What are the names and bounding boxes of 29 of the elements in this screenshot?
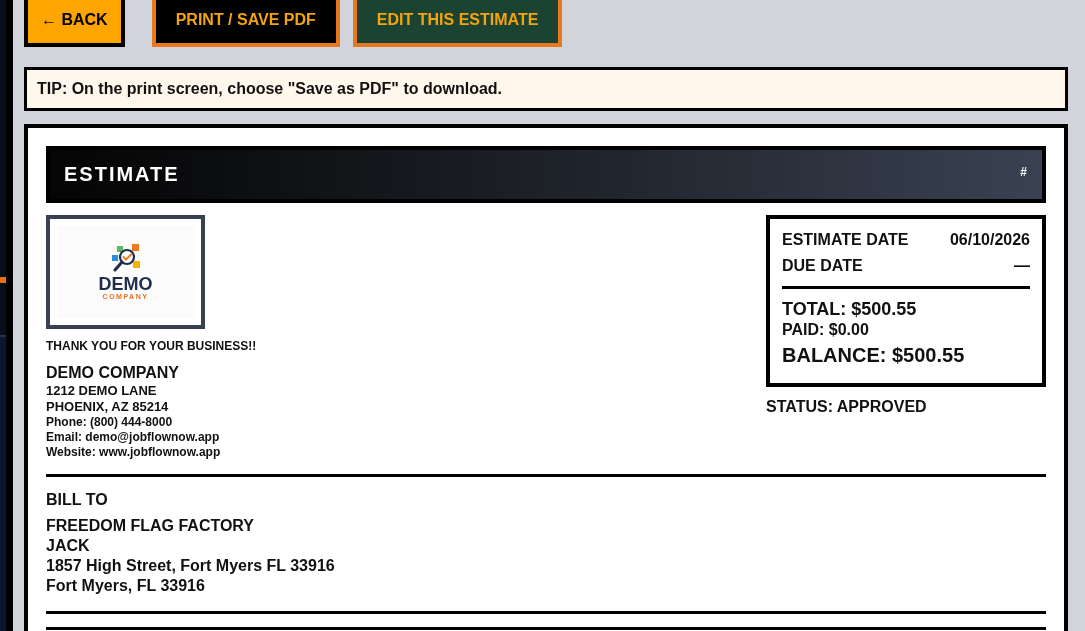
print-button[interactable]: PRINT / SAVE PDF (151, 0, 340, 47)
bill-to-line: 1857 High Street, Fort Myers FL 33916 (46, 556, 336, 576)
document-title: ESTIMATE (64, 162, 180, 187)
contact-line: Email: demo@jobflownow.app (46, 430, 221, 445)
bill-to-line: Fort Myers, FL 33916 (46, 576, 206, 596)
company-name: DEMO COMPANY (46, 363, 181, 382)
status-text: STATUS: APPROVED (766, 397, 928, 416)
edit-button[interactable]: EDIT THIS ESTIMATE (352, 0, 563, 47)
total-amount: TOTAL: $500.55 (782, 299, 918, 320)
address-line: PHOENIX, AZ 85214 (46, 399, 170, 415)
paid-amount: PAID: $0.00 (782, 320, 870, 339)
thank-you-note: THANK YOU FOR YOUR BUSINESS!! (46, 339, 257, 354)
date-label: DUE DATE (782, 256, 863, 275)
date-value: — (1014, 256, 1030, 275)
address-line: 1212 DEMO LANE (46, 383, 158, 399)
bill-to-heading: BILL TO (46, 490, 109, 509)
indicator-icon (0, 277, 6, 283)
logo-wordmark: DEMO (98, 274, 153, 293)
bill-to-line: FREEDOM FLAG FACTORY (46, 516, 255, 536)
tip-banner: TIP: On the print screen, choose "Save as PDF" to download. (24, 67, 1068, 111)
estimate-number: # (1020, 165, 1027, 179)
back-button[interactable]: ← BACK (24, 0, 125, 47)
contact-line: Phone: (800) 444-8000 (46, 415, 174, 430)
bill-to-line: JACK (46, 536, 91, 556)
date-value: 06/10/2026 (949, 230, 1030, 249)
date-label: ESTIMATE DATE (782, 230, 909, 249)
magnifier-logo-icon (110, 243, 141, 274)
balance-amount: BALANCE: $500.55 (782, 343, 966, 367)
contact-line: Website: www.jobflownow.app (46, 445, 222, 460)
